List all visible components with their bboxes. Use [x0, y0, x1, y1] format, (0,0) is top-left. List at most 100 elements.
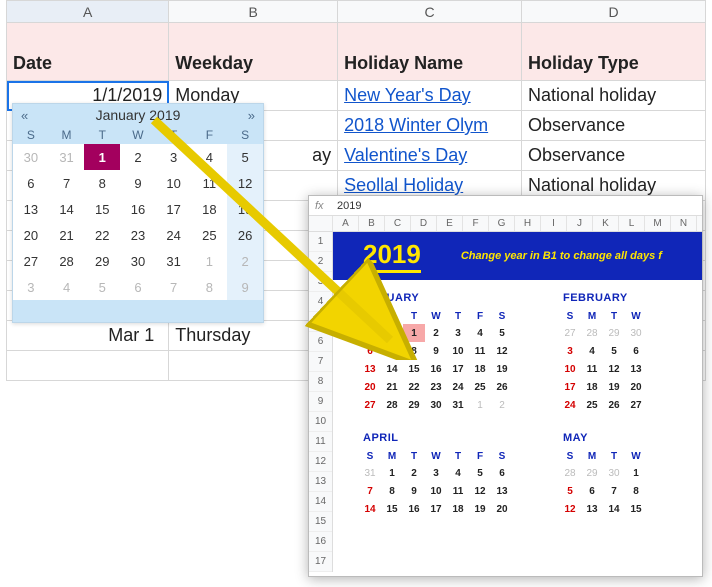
calendar-day[interactable]: 23: [425, 378, 447, 396]
calendar-day[interactable]: 6: [359, 342, 381, 360]
hdr-holiday-type[interactable]: Holiday Type: [522, 23, 706, 81]
mini-colhdr[interactable]: L: [619, 216, 645, 231]
calendar-day[interactable]: 30: [359, 324, 381, 342]
datepicker-day[interactable]: 25: [192, 222, 228, 248]
datepicker-day[interactable]: 4: [49, 274, 85, 300]
datepicker-day[interactable]: 21: [49, 222, 85, 248]
datepicker-day[interactable]: 12: [227, 170, 263, 196]
calendar-day[interactable]: 1: [469, 396, 491, 414]
calendar-day[interactable]: 9: [403, 482, 425, 500]
mini-colhdr[interactable]: H: [515, 216, 541, 231]
calendar-day[interactable]: 25: [469, 378, 491, 396]
calendar-day[interactable]: 18: [581, 378, 603, 396]
calendar-day[interactable]: 13: [359, 360, 381, 378]
calendar-day[interactable]: 10: [447, 342, 469, 360]
calendar-day[interactable]: 27: [559, 324, 581, 342]
calendar-day[interactable]: 31: [381, 324, 403, 342]
calendar-day[interactable]: 2: [403, 464, 425, 482]
mini-colhdr[interactable]: M: [645, 216, 671, 231]
calendar-day[interactable]: 13: [491, 482, 513, 500]
calendar-day[interactable]: 15: [625, 500, 647, 518]
datepicker-day[interactable]: 7: [49, 170, 85, 196]
prev-month-button[interactable]: «: [21, 108, 28, 123]
calendar-day[interactable]: 7: [381, 342, 403, 360]
datepicker-day[interactable]: 9: [120, 170, 156, 196]
mini-colhdr[interactable]: J: [567, 216, 593, 231]
mini-rowhdr[interactable]: 13: [309, 472, 332, 492]
calendar-day[interactable]: 24: [559, 396, 581, 414]
datepicker-day[interactable]: 5: [227, 144, 263, 170]
hdr-date[interactable]: Date: [7, 23, 169, 81]
datepicker-day[interactable]: 1: [84, 144, 120, 170]
datepicker-day[interactable]: 2: [120, 144, 156, 170]
calendar-day[interactable]: 19: [603, 378, 625, 396]
colhdr-d[interactable]: D: [522, 1, 706, 23]
calendar-day[interactable]: 25: [581, 396, 603, 414]
datepicker-day[interactable]: 9: [227, 274, 263, 300]
datepicker-day[interactable]: 8: [192, 274, 228, 300]
mini-colhdr[interactable]: C: [385, 216, 411, 231]
year-calendar-window[interactable]: fx 2019 ABCDEFGHIJKLMN 12345678910111213…: [308, 195, 703, 577]
calendar-day[interactable]: 19: [469, 500, 491, 518]
datepicker-day[interactable]: 4: [192, 144, 228, 170]
mini-colhdr[interactable]: D: [411, 216, 437, 231]
calendar-day[interactable]: 13: [625, 360, 647, 378]
calendar-day[interactable]: 14: [381, 360, 403, 378]
mini-rowhdr[interactable]: 17: [309, 552, 332, 572]
colhdr-b[interactable]: B: [169, 1, 338, 23]
calendar-day[interactable]: 19: [491, 360, 513, 378]
calendar-day[interactable]: 28: [581, 324, 603, 342]
cell-holiday-link[interactable]: 2018 Winter Olym: [338, 111, 522, 141]
mini-rowhdr[interactable]: 9: [309, 392, 332, 412]
calendar-day[interactable]: 5: [603, 342, 625, 360]
mini-rowhdr[interactable]: 10: [309, 412, 332, 432]
calendar-day[interactable]: 6: [581, 482, 603, 500]
cell-date[interactable]: Mar 1: [7, 321, 169, 351]
calendar-day[interactable]: 12: [469, 482, 491, 500]
datepicker-day[interactable]: 31: [156, 248, 192, 274]
calendar-day[interactable]: 11: [581, 360, 603, 378]
datepicker-title[interactable]: January 2019: [28, 107, 248, 123]
datepicker-day[interactable]: 11: [192, 170, 228, 196]
datepicker-day[interactable]: 28: [49, 248, 85, 274]
datepicker-day[interactable]: 14: [49, 196, 85, 222]
date-picker-popup[interactable]: « January 2019 » SMTWTFS 303112345678910…: [12, 103, 264, 323]
calendar-day[interactable]: 9: [425, 342, 447, 360]
calendar-day[interactable]: 11: [447, 482, 469, 500]
mini-rowhdr[interactable]: 4: [309, 292, 332, 312]
calendar-day[interactable]: 26: [603, 396, 625, 414]
calendar-day[interactable]: 14: [603, 500, 625, 518]
hdr-holiday-name[interactable]: Holiday Name: [338, 23, 522, 81]
colhdr-a[interactable]: A: [7, 1, 169, 23]
mini-rowhdr[interactable]: 1: [309, 232, 332, 252]
calendar-day[interactable]: 30: [625, 324, 647, 342]
calendar-day[interactable]: 28: [381, 396, 403, 414]
calendar-day[interactable]: 5: [491, 324, 513, 342]
calendar-day[interactable]: 1: [625, 464, 647, 482]
mini-rowhdr[interactable]: 5: [309, 312, 332, 332]
mini-rowhdr[interactable]: 6: [309, 332, 332, 352]
mini-colhdr[interactable]: B: [359, 216, 385, 231]
calendar-day[interactable]: 5: [559, 482, 581, 500]
calendar-day[interactable]: 29: [581, 464, 603, 482]
calendar-day[interactable]: 2: [425, 324, 447, 342]
mini-colhdr[interactable]: E: [437, 216, 463, 231]
mini-rowhdr[interactable]: 15: [309, 512, 332, 532]
mini-rowhdr[interactable]: 12: [309, 452, 332, 472]
cell-holiday-type[interactable]: Observance: [522, 141, 706, 171]
cell-holiday-link[interactable]: New Year's Day: [338, 81, 522, 111]
calendar-day[interactable]: 28: [559, 464, 581, 482]
datepicker-day[interactable]: 13: [13, 196, 49, 222]
calendar-day[interactable]: 27: [359, 396, 381, 414]
datepicker-day[interactable]: 3: [156, 144, 192, 170]
datepicker-day[interactable]: 6: [120, 274, 156, 300]
mini-rowhdr[interactable]: 2: [309, 252, 332, 272]
calendar-day[interactable]: 30: [603, 464, 625, 482]
calendar-day[interactable]: 22: [403, 378, 425, 396]
calendar-day[interactable]: 2: [491, 396, 513, 414]
calendar-day[interactable]: 6: [491, 464, 513, 482]
calendar-day[interactable]: 12: [491, 342, 513, 360]
calendar-day[interactable]: 13: [581, 500, 603, 518]
calendar-day[interactable]: 18: [447, 500, 469, 518]
calendar-day[interactable]: 8: [381, 482, 403, 500]
